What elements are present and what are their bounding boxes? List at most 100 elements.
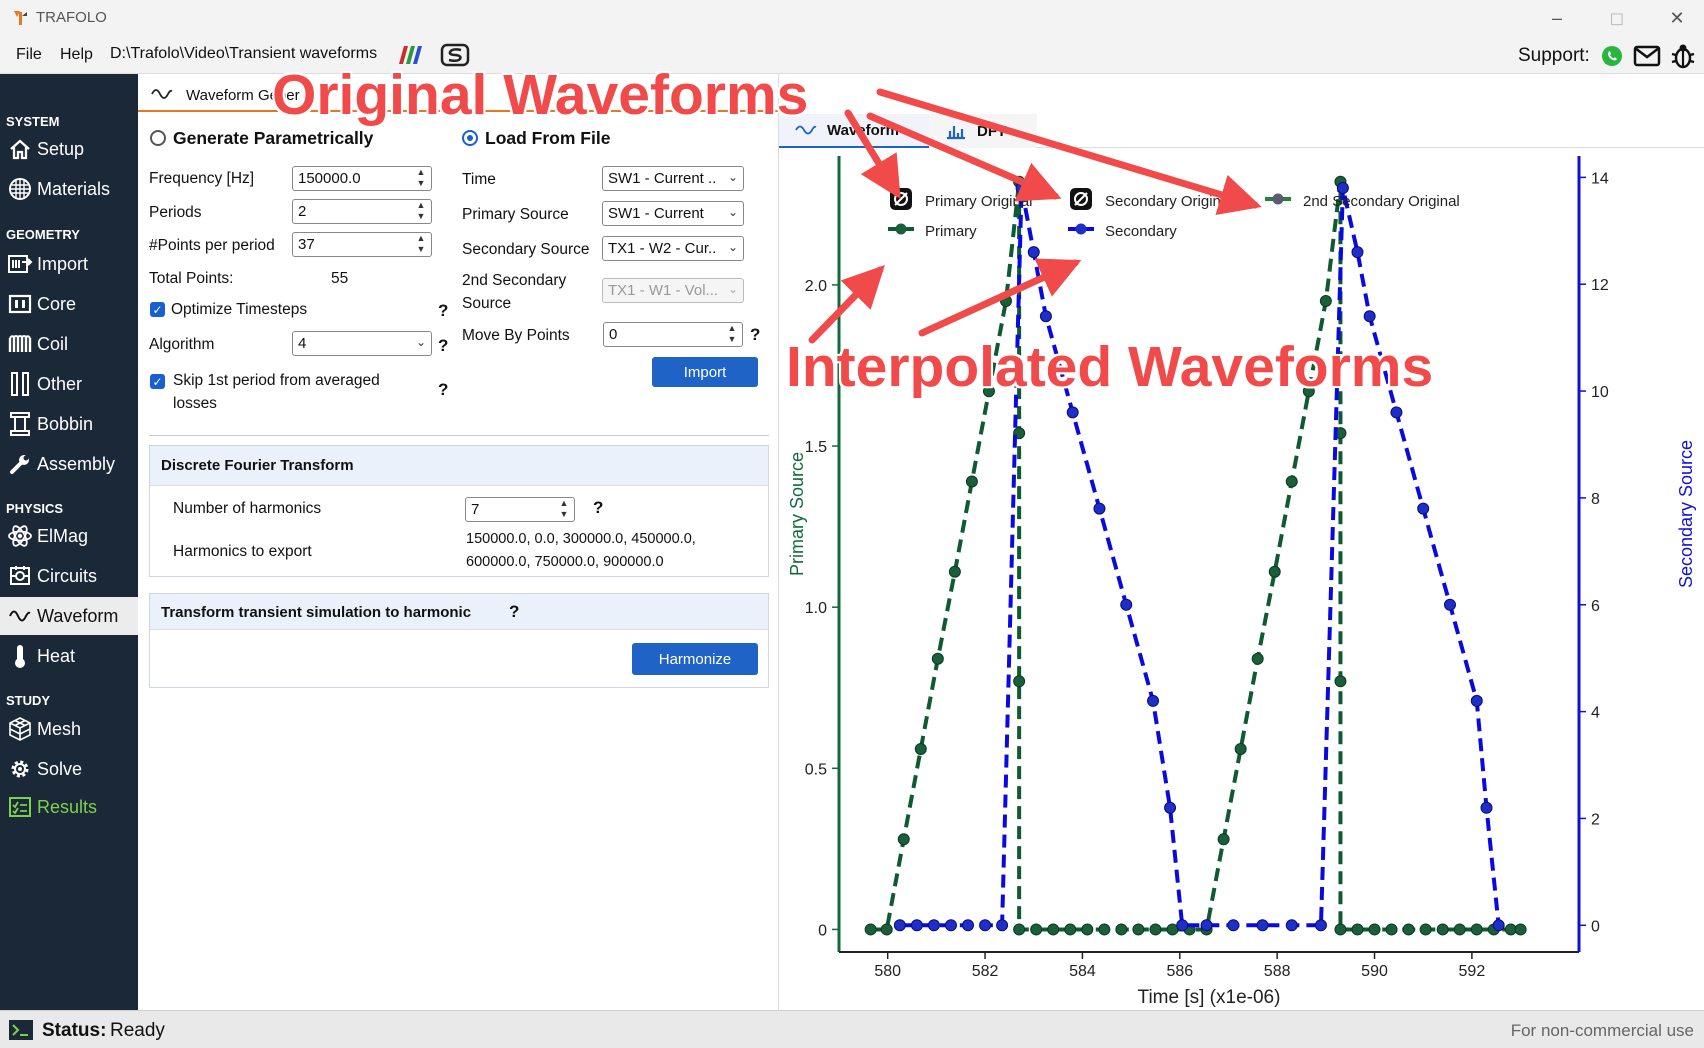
primary-data-point — [1047, 923, 1060, 936]
help-icon[interactable]: ? — [438, 380, 448, 400]
harmonics-count-input[interactable]: 7 ▲ ▼ — [465, 497, 575, 522]
optimize-timesteps-checkbox[interactable]: ✓ — [150, 302, 165, 317]
spin-arrows-icon[interactable]: ▲ ▼ — [414, 233, 428, 256]
secondary-data-point — [1227, 919, 1240, 932]
sidebar-item-circuits[interactable]: Circuits — [0, 557, 138, 595]
help-icon[interactable]: ? — [593, 498, 603, 518]
bug-report-icon[interactable] — [1670, 42, 1696, 70]
periods-value: 2 — [298, 203, 307, 220]
secondary-data-point — [1336, 182, 1349, 195]
time-label: Time — [462, 171, 496, 188]
dft-group-header: Discrete Fourier Transform — [150, 446, 768, 486]
sidebar-item-solve[interactable]: Solve — [0, 750, 138, 788]
primary-data-point — [1132, 923, 1145, 936]
secondary-data-point — [1470, 694, 1483, 707]
sidebar-item-mesh[interactable]: Mesh — [0, 710, 138, 748]
menu-help[interactable]: Help — [60, 46, 93, 64]
menu-bar: File Help D:\Trafolo\Video\Transient wav… — [0, 36, 1704, 74]
minimize-icon[interactable]: – — [1534, 4, 1580, 32]
primary-data-point — [1251, 652, 1264, 665]
sidebar-item-core[interactable]: Core — [0, 285, 138, 323]
primary-data-point — [1334, 675, 1347, 688]
spin-arrows-icon[interactable]: ▲ ▼ — [414, 200, 428, 223]
annotation-original-waveforms: Original Waveforms — [272, 63, 809, 127]
menu-file[interactable]: File — [16, 46, 42, 64]
sidebar-item-assembly[interactable]: Assembly — [0, 445, 138, 483]
primary-data-point — [1351, 923, 1364, 936]
sidebar-item-heat[interactable]: Heat — [0, 637, 138, 675]
second-secondary-source-value: TX1 - W1 - Vol... — [608, 282, 719, 299]
waveform-chart[interactable]: 580 582 584 586 588 590 592 0 0.5 1.0 1.5 2.0 0 2 4 6 8 1… — [779, 148, 1704, 1010]
sidebar-item-label: Core — [37, 293, 77, 314]
second-secondary-source-label-line1: 2nd Secondary — [462, 272, 567, 289]
sidebar-item-waveform[interactable]: Waveform — [0, 597, 138, 635]
sidebar-item-materials[interactable]: Materials — [0, 170, 138, 208]
tab-label: DFT — [977, 122, 1007, 140]
sidebar-section-study: STUDY — [6, 693, 51, 708]
help-icon[interactable]: ? — [438, 336, 448, 356]
spin-arrows-icon[interactable]: ▲ ▼ — [557, 498, 571, 521]
primary-data-point — [1149, 923, 1162, 936]
status-bar: Status: Ready For non-commercial use — [0, 1010, 1704, 1048]
sidebar-item-import[interactable]: Import — [0, 245, 138, 283]
import-button[interactable]: Import — [652, 357, 758, 387]
sidebar-item-bobbin[interactable]: Bobbin — [0, 405, 138, 443]
mail-icon[interactable] — [1633, 45, 1661, 67]
secondary-data-point — [944, 919, 957, 932]
tab-dft[interactable]: DFT — [929, 114, 1037, 148]
periods-input[interactable]: 2 ▲ ▼ — [292, 199, 432, 224]
terminal-icon[interactable] — [8, 1019, 34, 1041]
sidebar-item-elmag[interactable]: ElMag — [0, 517, 138, 555]
spin-arrows-icon[interactable]: ▲ ▼ — [414, 167, 428, 190]
transform-group: Transform transient simulation to harmon… — [149, 593, 769, 688]
help-icon[interactable]: ? — [438, 301, 448, 321]
help-icon[interactable]: ? — [509, 602, 519, 622]
sine-wave-icon — [6, 603, 34, 629]
load-from-file-radio[interactable] — [462, 130, 478, 146]
x-tick-label: 582 — [972, 963, 999, 980]
frequency-input[interactable]: 150000.0 ▲ ▼ — [292, 166, 432, 191]
secondary-data-point — [1164, 801, 1177, 814]
maximize-icon[interactable]: ◻ — [1594, 4, 1640, 32]
secondary-data-point — [1093, 502, 1106, 515]
time-select[interactable]: SW1 - Current .. ⌄ — [602, 166, 744, 191]
generate-parametric-radio[interactable] — [150, 130, 166, 146]
sidebar-item-label: Waveform — [37, 605, 119, 626]
primary-source-label: Primary Source — [462, 206, 569, 223]
legend-secondary-original-label: Secondary Original — [1105, 193, 1233, 210]
secondary-source-select[interactable]: TX1 - W2 - Cur.. ⌄ — [602, 236, 744, 261]
points-value: 37 — [298, 236, 315, 253]
y-axis-left-label: Primary Source — [787, 452, 807, 576]
primary-data-point — [1098, 923, 1111, 936]
primary-data-point — [948, 565, 961, 578]
close-icon[interactable]: ✕ — [1654, 4, 1700, 32]
primary-source-select[interactable]: SW1 - Current ⌄ — [602, 201, 744, 226]
sidebar-item-results[interactable]: Results — [0, 788, 138, 826]
second-secondary-source-label-line2: Source — [462, 295, 512, 312]
sidebar-item-other[interactable]: Other — [0, 365, 138, 403]
algorithm-select[interactable]: 4 ⌄ — [292, 331, 432, 356]
status-value: Ready — [110, 1020, 165, 1041]
sidebar-item-label: ElMag — [37, 525, 89, 546]
sidebar: SYSTEM Setup Materials GEOMETRY Import C… — [0, 74, 138, 1010]
project-path: D:\Trafolo\Video\Transient waveforms — [110, 45, 378, 62]
move-by-points-input[interactable]: 0 ▲ ▼ — [603, 322, 743, 347]
y-right-tick-label: 12 — [1591, 277, 1609, 294]
primary-data-point — [880, 923, 893, 936]
sidebar-item-setup[interactable]: Setup — [0, 130, 138, 168]
annotation-interpolated-waveforms: Interpolated Waveforms — [786, 335, 1434, 399]
x-tick-label: 588 — [1264, 963, 1291, 980]
atom-icon — [6, 523, 34, 549]
whatsapp-icon[interactable] — [1600, 44, 1624, 68]
waveform-settings-panel: Waveform Gener Generate Parametrically L… — [138, 74, 778, 1010]
window-title: TRAFOLO — [36, 9, 107, 26]
secondary-data-point — [1200, 919, 1213, 932]
skip-first-period-checkbox[interactable]: ✓ — [150, 374, 165, 389]
secondary-data-point — [1066, 406, 1079, 419]
sidebar-item-label: Mesh — [37, 718, 82, 739]
sidebar-item-coil[interactable]: Coil — [0, 325, 138, 363]
points-per-period-input[interactable]: 37 ▲ ▼ — [292, 232, 432, 257]
harmonize-button[interactable]: Harmonize — [632, 643, 758, 675]
spin-arrows-icon[interactable]: ▲ ▼ — [725, 323, 739, 346]
help-icon[interactable]: ? — [750, 325, 760, 345]
